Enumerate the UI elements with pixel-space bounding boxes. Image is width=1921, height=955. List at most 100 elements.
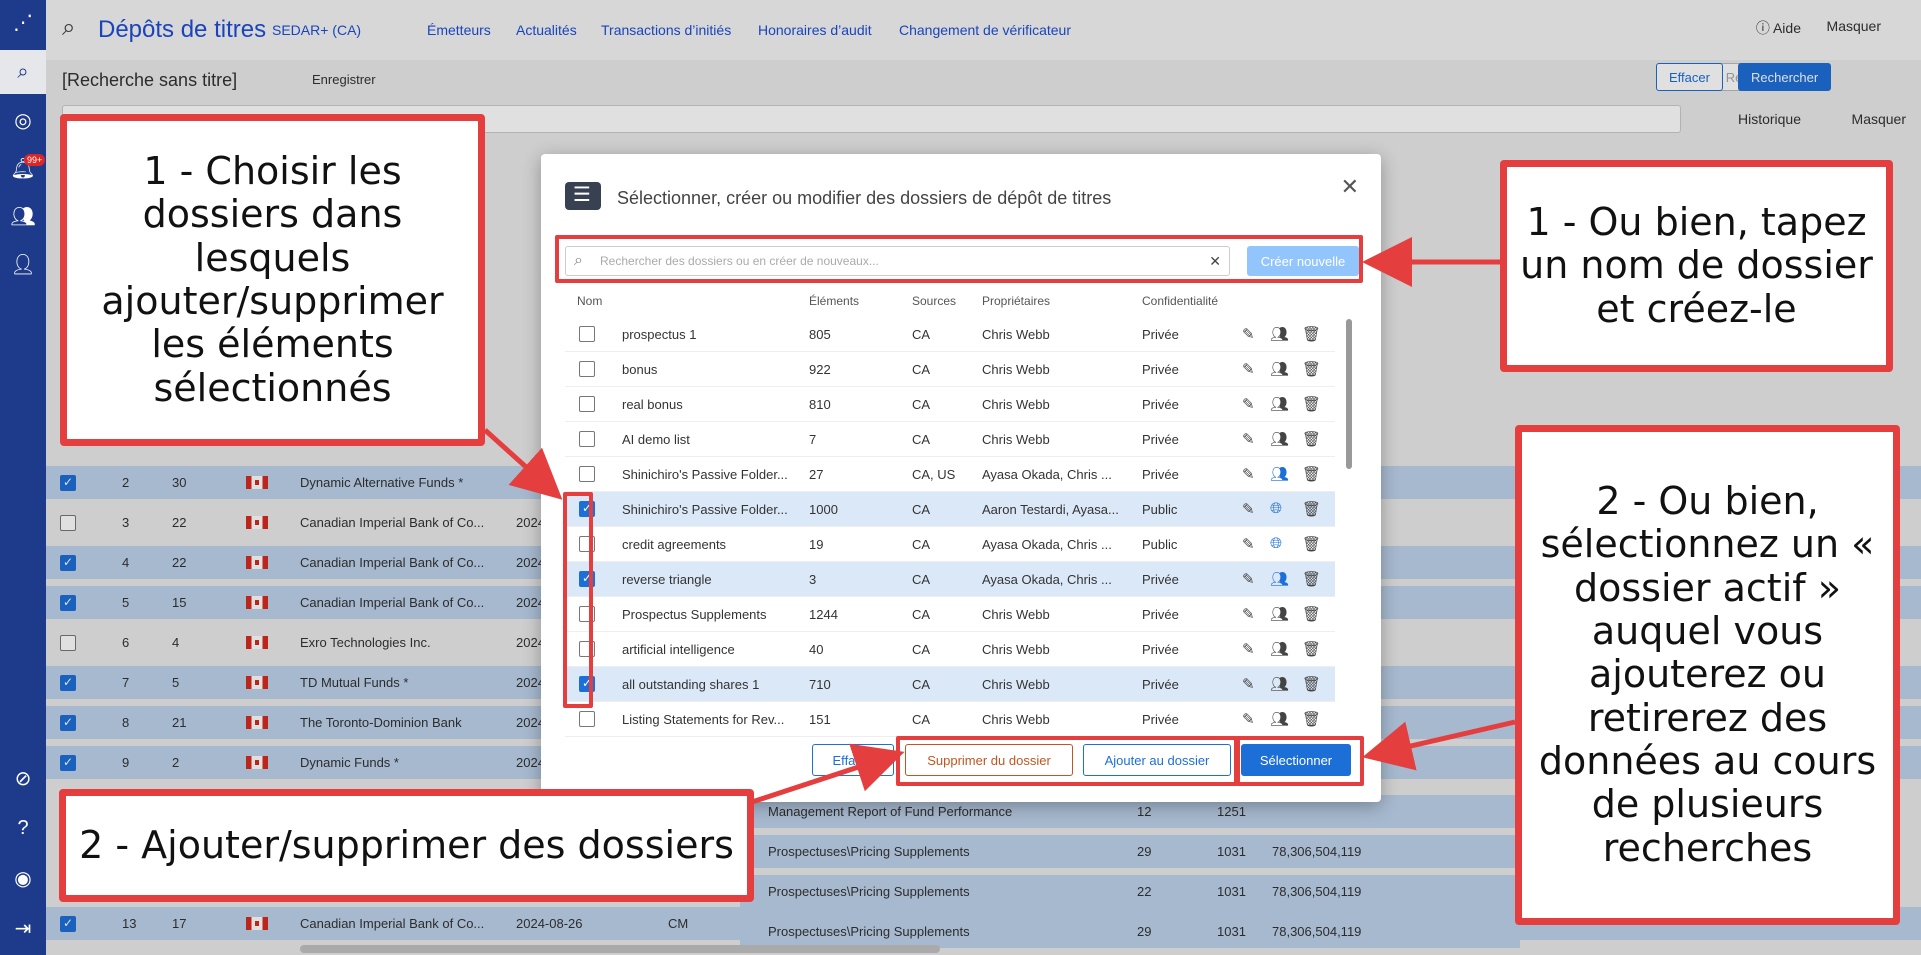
folder-items: 810 <box>809 397 831 412</box>
edit-icon[interactable]: ✎ <box>1242 430 1255 448</box>
people-icon[interactable]: 👥︎ <box>1270 675 1289 693</box>
delete-icon[interactable]: 🗑︎ <box>1302 710 1321 728</box>
folder-checkbox[interactable] <box>579 711 595 727</box>
add-user-icon[interactable]: 👤︎ <box>0 242 46 286</box>
folder-sources: CA <box>912 572 931 587</box>
edit-icon[interactable]: ✎ <box>1242 535 1255 553</box>
people-icon[interactable]: 👥︎ <box>1270 430 1289 448</box>
delete-icon[interactable]: 🗑︎ <box>1302 535 1321 553</box>
folder-owners: Chris Webb <box>982 397 1050 412</box>
highlight-search <box>555 235 1363 283</box>
folder-privacy: Privée <box>1142 327 1179 342</box>
people-icon[interactable]: 👥︎ <box>1270 640 1289 658</box>
delete-icon[interactable]: 🗑︎ <box>1302 640 1321 658</box>
edit-icon[interactable]: ✎ <box>1242 640 1255 658</box>
folder-row[interactable]: Prospectus Supplements 1244 CA Chris Webb Pr… <box>565 597 1335 632</box>
search-icon[interactable]: ⌕ <box>0 50 46 94</box>
folder-row[interactable]: bonus 922 CA Chris Webb Privée ✎ 👥︎ 🗑︎ <box>565 352 1335 387</box>
folder-name: artificial intelligence <box>622 642 735 657</box>
clear-selection-button[interactable]: Effacer <box>812 744 894 776</box>
analytics-icon[interactable]: ◎ <box>0 98 46 142</box>
edit-icon[interactable]: ✎ <box>1242 500 1255 518</box>
delete-icon[interactable]: 🗑︎ <box>1302 325 1321 343</box>
edit-icon[interactable]: ✎ <box>1242 675 1255 693</box>
annotation-create-folder: 1 - Ou bien, tapez un nom de dossier et … <box>1500 160 1893 372</box>
edit-icon[interactable]: ✎ <box>1242 465 1255 483</box>
edit-icon[interactable]: ✎ <box>1242 605 1255 623</box>
folder-name: Shinichiro's Passive Folder... <box>622 502 788 517</box>
people-icon[interactable]: 👥︎ <box>1270 360 1289 378</box>
folder-name: prospectus 1 <box>622 327 697 342</box>
people-icon[interactable]: 👥︎ <box>1270 465 1289 483</box>
logout-icon[interactable]: ⇥ <box>0 906 46 950</box>
folder-row[interactable]: real bonus 810 CA Chris Webb Privée ✎ 👥︎ 🗑︎ <box>565 387 1335 422</box>
delete-icon[interactable]: 🗑︎ <box>1302 605 1321 623</box>
folder-owners: Chris Webb <box>982 642 1050 657</box>
folder-privacy: Privée <box>1142 607 1179 622</box>
edit-icon[interactable]: ✎ <box>1242 360 1255 378</box>
people-icon[interactable]: 👥︎ <box>1270 325 1289 343</box>
folder-owners: Chris Webb <box>982 712 1050 727</box>
folder-sources: CA, US <box>912 467 956 482</box>
people-icon[interactable]: 👥︎ <box>1270 395 1289 413</box>
highlight-add-remove <box>896 736 1238 786</box>
people-icon[interactable]: 👥︎ <box>1270 570 1289 588</box>
folder-name: AI demo list <box>622 432 690 447</box>
folder-row[interactable]: credit agreements 19 CA Ayasa Okada, Chris … <box>565 527 1335 562</box>
col-owners[interactable]: Propriétaires <box>982 294 1050 308</box>
delete-icon[interactable]: 🗑︎ <box>1302 465 1321 483</box>
folder-privacy: Privée <box>1142 362 1179 377</box>
globe-icon[interactable]: 🌐︎ <box>1270 535 1282 552</box>
folder-checkbox[interactable] <box>579 326 595 342</box>
folder-privacy: Privée <box>1142 677 1179 692</box>
horizontal-scrollbar[interactable] <box>300 945 940 953</box>
highlight-checkboxes <box>563 492 593 708</box>
folder-privacy: Privée <box>1142 397 1179 412</box>
modal-title: Sélectionner, créer ou modifier des doss… <box>617 188 1112 208</box>
folder-row[interactable]: artificial intelligence 40 CA Chris Webb Pri… <box>565 632 1335 667</box>
folder-row[interactable]: Shinichiro's Passive Folder... 27 CA, US Ay… <box>565 457 1335 492</box>
col-privacy[interactable]: Confidentialité <box>1142 294 1218 308</box>
folder-checkbox[interactable] <box>579 431 595 447</box>
notifications-icon[interactable]: 🔔︎ 99+ <box>0 146 46 190</box>
col-sources[interactable]: Sources <box>912 294 956 308</box>
delete-icon[interactable]: 🗑︎ <box>1302 395 1321 413</box>
folder-row[interactable]: Listing Statements for Rev... 151 CA Chris … <box>565 702 1335 737</box>
delete-icon[interactable]: 🗑︎ <box>1302 430 1321 448</box>
folder-owners: Chris Webb <box>982 677 1050 692</box>
logo-icon[interactable]: ⋰ <box>0 0 46 44</box>
nav-rail: ⋰ ⌕ ◎ 🔔︎ 99+ 👥︎ 👤︎ ⊘ ? ◉ ⇥ <box>0 0 46 955</box>
close-icon[interactable]: ✕ <box>1341 174 1359 200</box>
list-scrollbar[interactable] <box>1346 319 1352 469</box>
folder-privacy: Privée <box>1142 467 1179 482</box>
folder-name: real bonus <box>622 397 683 412</box>
folder-row[interactable]: reverse triangle 3 CA Ayasa Okada, Chris ..… <box>565 562 1335 597</box>
help-icon[interactable]: ? <box>0 806 46 850</box>
folder-row[interactable]: all outstanding shares 1 710 CA Chris Webb P… <box>565 667 1335 702</box>
edit-icon[interactable]: ✎ <box>1242 325 1255 343</box>
account-icon[interactable]: ◉ <box>0 856 46 900</box>
people-icon[interactable]: 👥︎ <box>1270 710 1289 728</box>
folder-checkbox[interactable] <box>579 396 595 412</box>
globe-icon[interactable]: 🌐︎ <box>1270 500 1282 517</box>
people-icon[interactable]: 👥︎ <box>1270 605 1289 623</box>
folder-privacy: Public <box>1142 502 1178 517</box>
col-items[interactable]: Éléments <box>809 294 859 308</box>
edit-icon[interactable]: ✎ <box>1242 570 1255 588</box>
folder-row[interactable]: AI demo list 7 CA Chris Webb Privée ✎ 👥︎ 🗑︎ <box>565 422 1335 457</box>
folder-sources: CA <box>912 432 931 447</box>
notification-badge: 99+ <box>24 154 46 166</box>
compass-icon[interactable]: ⊘ <box>0 756 46 800</box>
folder-row[interactable]: Shinichiro's Passive Folder... 1000 CA Aaro… <box>565 492 1335 527</box>
folder-checkbox[interactable] <box>579 466 595 482</box>
delete-icon[interactable]: 🗑︎ <box>1302 360 1321 378</box>
delete-icon[interactable]: 🗑︎ <box>1302 570 1321 588</box>
delete-icon[interactable]: 🗑︎ <box>1302 500 1321 518</box>
folder-checkbox[interactable] <box>579 361 595 377</box>
users-icon[interactable]: 👥︎ <box>0 194 46 238</box>
delete-icon[interactable]: 🗑︎ <box>1302 675 1321 693</box>
edit-icon[interactable]: ✎ <box>1242 710 1255 728</box>
col-name[interactable]: Nom <box>577 294 602 308</box>
folder-row[interactable]: prospectus 1 805 CA Chris Webb Privée ✎ 👥︎ 🗑︎ <box>565 317 1335 352</box>
edit-icon[interactable]: ✎ <box>1242 395 1255 413</box>
